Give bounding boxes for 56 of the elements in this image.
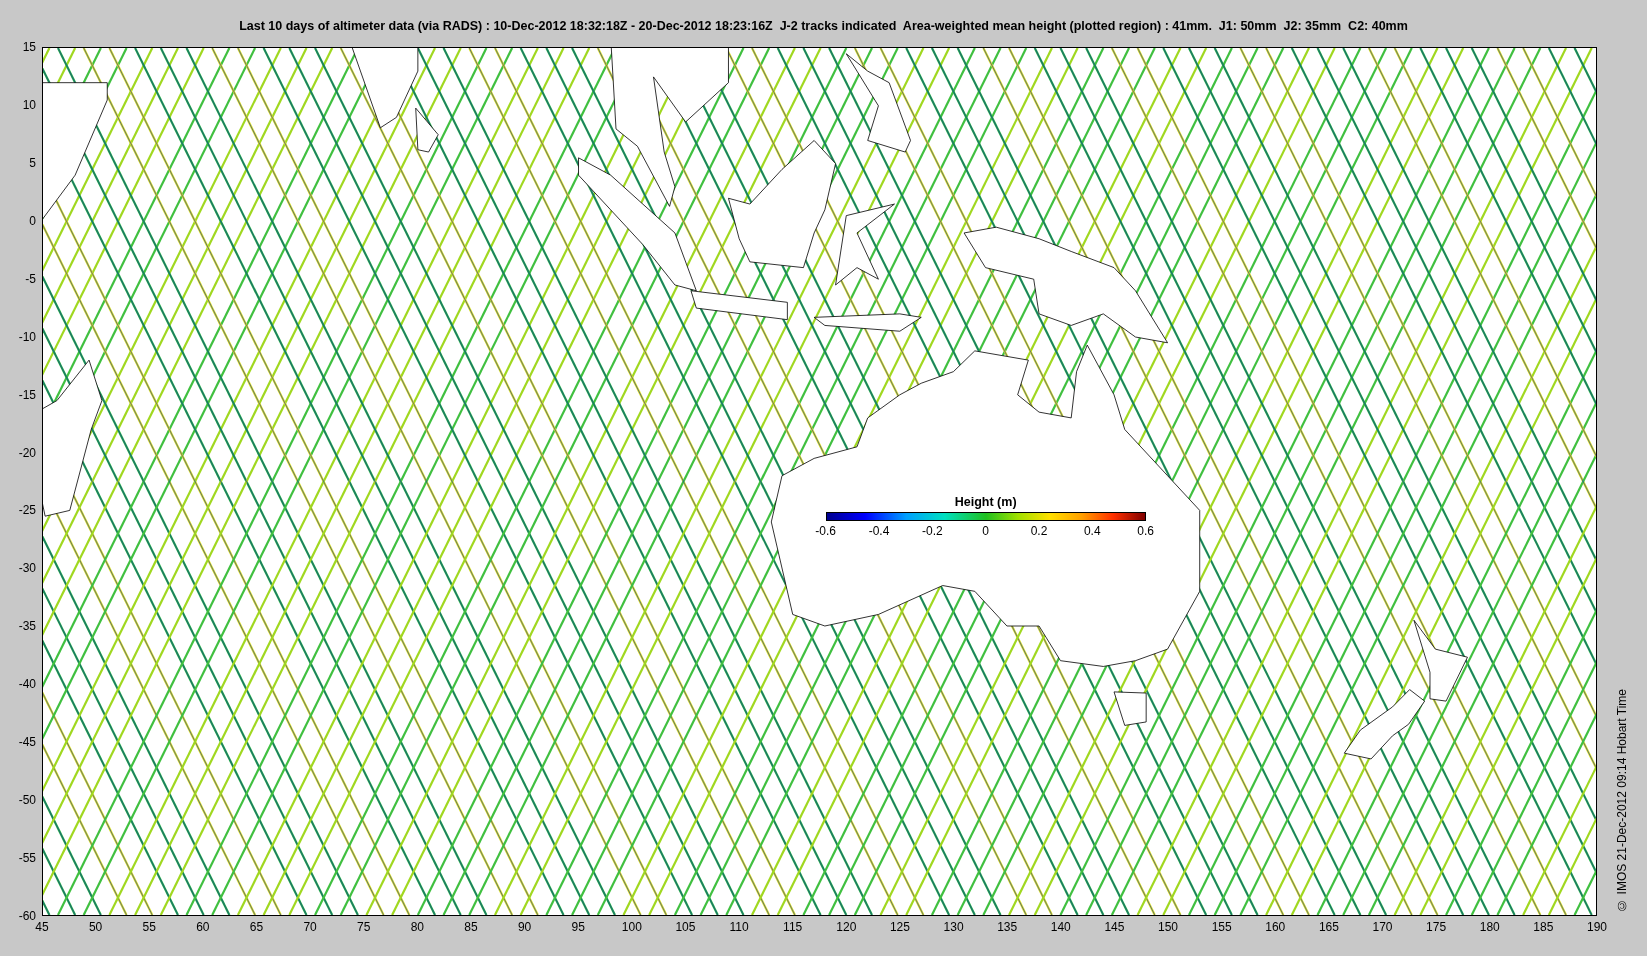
y-axis-label: -20	[18, 445, 36, 460]
x-axis-label: 175	[1426, 920, 1447, 934]
y-axis-label: -35	[18, 619, 36, 634]
y-axis-label: 10	[22, 97, 36, 112]
x-axis-label: 140	[1050, 920, 1071, 934]
x-axis-label: 100	[621, 920, 642, 934]
x-axis-label: 150	[1158, 920, 1179, 934]
y-axis-label: 0	[29, 213, 36, 228]
x-axis-label: 110	[729, 920, 749, 934]
x-axis-label: 145	[1104, 920, 1125, 934]
y-axis-label: -50	[18, 793, 36, 808]
x-axis-label: 130	[943, 920, 964, 934]
colorbar-tick-label: 0.6	[1137, 524, 1154, 539]
y-axis-label: 15	[22, 40, 36, 54]
y-axis-label: -60	[18, 909, 36, 923]
x-axis-label: 135	[997, 920, 1018, 934]
x-axis-label: 160	[1265, 920, 1286, 934]
x-axis-label: 45	[35, 920, 49, 934]
colorbar-tick-label: 0.4	[1083, 524, 1101, 539]
y-axis-label: -5	[25, 271, 36, 286]
x-axis-label: 80	[410, 920, 424, 934]
colorbar-tick-label: 0.2	[1030, 524, 1048, 539]
colorbar-tick-label: -0.6	[815, 524, 837, 539]
x-axis-label: 70	[303, 920, 317, 934]
x-axis-label: 60	[196, 920, 210, 934]
y-axis-label: -25	[18, 503, 36, 518]
y-axis-label: 5	[29, 155, 36, 170]
x-axis-label: 95	[571, 920, 585, 934]
x-axis-label: 190	[1587, 920, 1607, 934]
y-axis-label: -10	[18, 329, 36, 344]
x-axis-label: 55	[142, 920, 156, 934]
y-axis-label: -15	[18, 387, 36, 402]
colorbar-tick-label: 0	[982, 524, 989, 539]
chart-title: Last 10 days of altimeter data (via RADS) : 10-Dec-2012 18:32:18Z - 20-Dec-2012 18:23:16Z J-2 tracks indicated Area-weighted mean height (plotted region) : 41mm. J1: 50mm J2: 35mm C2: 40mm	[239, 18, 1408, 33]
y-axis-label: -45	[18, 735, 36, 750]
x-axis-label: 165	[1318, 920, 1339, 934]
x-axis-label: 85	[464, 920, 478, 934]
colorbar-tick-label: -0.4	[868, 524, 890, 539]
x-axis-label: 125	[889, 920, 910, 934]
x-axis-label: 90	[517, 920, 532, 934]
y-axis-label: -30	[18, 561, 36, 576]
x-axis-label: 185	[1533, 920, 1554, 934]
credit-text: © IMOS 21-Dec-2012 09:14 Hobart Time	[1615, 689, 1629, 912]
colorbar-tick-label: -0.2	[922, 524, 943, 539]
x-axis-label: 155	[1211, 920, 1232, 934]
colorbar-title: Height (m)	[954, 495, 1017, 510]
x-axis-label: 170	[1372, 920, 1393, 934]
x-axis-label: 120	[836, 920, 857, 934]
x-axis-label: 65	[249, 920, 264, 934]
y-axis-label: -55	[18, 851, 36, 866]
x-axis-label: 180	[1479, 920, 1500, 934]
x-axis-label: 105	[675, 920, 696, 934]
x-axis-label: 115	[783, 920, 803, 934]
y-axis-label: -40	[18, 677, 36, 692]
x-axis-label: 50	[88, 920, 103, 934]
x-axis-label: 75	[357, 920, 371, 934]
